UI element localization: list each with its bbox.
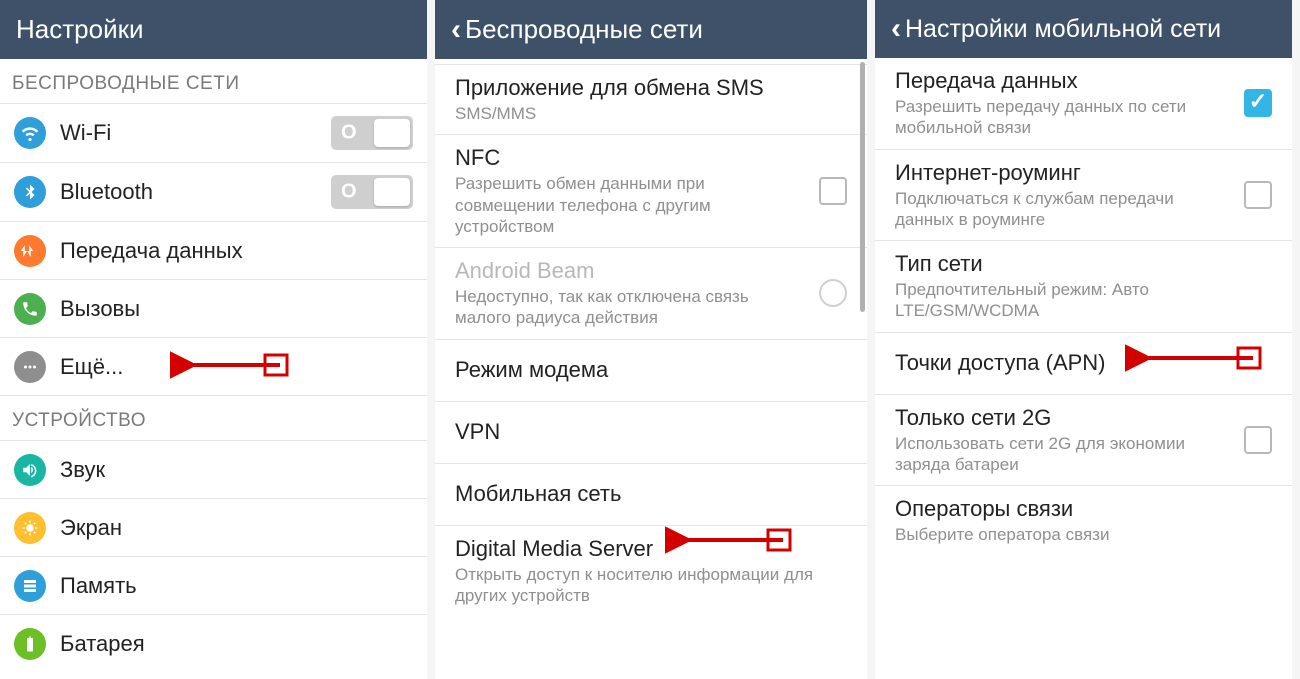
wifi-icon bbox=[14, 117, 46, 149]
scrollbar[interactable] bbox=[860, 62, 865, 312]
row-subtitle: Использовать сети 2G для экономии заряда… bbox=[895, 433, 1230, 476]
screen-wireless: ‹ Беспроводные сети Приложение для обмен… bbox=[435, 0, 875, 679]
row-wifi[interactable]: Wi-Fi bbox=[0, 104, 427, 163]
sound-icon bbox=[14, 454, 46, 486]
row-tethering[interactable]: Режим модема bbox=[435, 340, 867, 402]
phone-icon bbox=[14, 293, 46, 325]
only2g-checkbox[interactable] bbox=[1244, 426, 1272, 454]
more-icon bbox=[14, 351, 46, 383]
header-title: Настройки мобильной сети bbox=[905, 15, 1221, 44]
data-usage-icon bbox=[14, 235, 46, 267]
row-data-usage[interactable]: Передача данных bbox=[0, 222, 427, 280]
header-title: Настройки bbox=[16, 14, 144, 45]
row-title: Точки доступа (APN) bbox=[895, 350, 1272, 376]
screen-mobile-network: ‹ Настройки мобильной сети Передача данн… bbox=[875, 0, 1300, 679]
row-title: Тип сети bbox=[895, 251, 1272, 277]
row-title: Передача данных bbox=[895, 68, 1230, 94]
header-wireless[interactable]: ‹ Беспроводные сети bbox=[435, 0, 867, 59]
row-subtitle: Открыть доступ к носителю информации для… bbox=[455, 564, 847, 607]
row-roaming[interactable]: Интернет-роуминг Подключаться к службам … bbox=[875, 150, 1292, 242]
header-settings: Настройки bbox=[0, 0, 427, 59]
row-battery[interactable]: Батарея bbox=[0, 615, 427, 673]
screen-settings: Настройки БЕСПРОВОДНЫЕ СЕТИ Wi-Fi Blueto… bbox=[0, 0, 435, 679]
row-2g-only[interactable]: Только сети 2G Использовать сети 2G для … bbox=[875, 395, 1292, 487]
bluetooth-icon bbox=[14, 176, 46, 208]
row-title: VPN bbox=[455, 419, 847, 445]
row-subtitle: Разрешить передачу данных по сети мобиль… bbox=[895, 96, 1230, 139]
row-title: NFC bbox=[455, 145, 805, 171]
row-operators[interactable]: Операторы связи Выберите оператора связи bbox=[875, 486, 1292, 555]
data-checkbox[interactable] bbox=[1244, 89, 1272, 117]
row-subtitle: Предпочтительный режим: Авто LTE/GSM/WCD… bbox=[895, 279, 1272, 322]
battery-icon bbox=[14, 628, 46, 660]
header-title: Беспроводные сети bbox=[465, 14, 703, 45]
row-vpn[interactable]: VPN bbox=[435, 402, 867, 464]
section-wireless: БЕСПРОВОДНЫЕ СЕТИ bbox=[0, 59, 427, 104]
brightness-icon bbox=[14, 512, 46, 544]
wifi-toggle[interactable] bbox=[331, 116, 413, 150]
row-data-enabled[interactable]: Передача данных Разрешить передачу данны… bbox=[875, 58, 1292, 150]
row-label: Bluetooth bbox=[60, 179, 153, 205]
nfc-checkbox[interactable] bbox=[819, 177, 847, 205]
row-sound[interactable]: Звук bbox=[0, 441, 427, 499]
row-subtitle: Выберите оператора связи bbox=[895, 524, 1272, 545]
row-screen[interactable]: Экран bbox=[0, 499, 427, 557]
row-label: Экран bbox=[60, 515, 122, 541]
row-subtitle: Подключаться к службам передачи данных в… bbox=[895, 188, 1230, 231]
row-label: Передача данных bbox=[60, 238, 243, 264]
row-dms[interactable]: Digital Media Server Открыть доступ к но… bbox=[435, 526, 867, 617]
header-mobile-network[interactable]: ‹ Настройки мобильной сети bbox=[875, 0, 1292, 58]
row-apn[interactable]: Точки доступа (APN) bbox=[875, 333, 1292, 395]
roaming-checkbox[interactable] bbox=[1244, 181, 1272, 209]
row-subtitle: Разрешить обмен данными при совмещении т… bbox=[455, 173, 805, 237]
row-bluetooth[interactable]: Bluetooth bbox=[0, 163, 427, 222]
row-title: Операторы связи bbox=[895, 496, 1272, 522]
row-more[interactable]: Ещё... bbox=[0, 338, 427, 396]
row-label: Вызовы bbox=[60, 296, 140, 322]
row-title: Только сети 2G bbox=[895, 405, 1230, 431]
row-memory[interactable]: Память bbox=[0, 557, 427, 615]
row-title: Приложение для обмена SMS bbox=[455, 75, 847, 101]
row-android-beam: Android Beam Недоступно, так как отключе… bbox=[435, 248, 867, 340]
row-nfc[interactable]: NFC Разрешить обмен данными при совмещен… bbox=[435, 135, 867, 248]
row-subtitle: SMS/MMS bbox=[455, 103, 847, 124]
row-title: Digital Media Server bbox=[455, 536, 847, 562]
row-label: Wi-Fi bbox=[60, 120, 111, 146]
storage-icon bbox=[14, 570, 46, 602]
row-title: Режим модема bbox=[455, 357, 847, 383]
row-mobile-network[interactable]: Мобильная сеть bbox=[435, 464, 867, 526]
row-label: Батарея bbox=[60, 631, 145, 657]
row-label: Звук bbox=[60, 457, 105, 483]
row-sms-app[interactable]: Приложение для обмена SMS SMS/MMS bbox=[435, 65, 867, 135]
row-title: Android Beam bbox=[455, 258, 805, 284]
bluetooth-toggle[interactable] bbox=[331, 175, 413, 209]
row-title: Мобильная сеть bbox=[455, 481, 847, 507]
row-network-type[interactable]: Тип сети Предпочтительный режим: Авто LT… bbox=[875, 241, 1292, 333]
row-calls[interactable]: Вызовы bbox=[0, 280, 427, 338]
back-icon[interactable]: ‹ bbox=[891, 14, 901, 44]
row-label: Ещё... bbox=[60, 354, 123, 380]
row-subtitle: Недоступно, так как отключена связь мало… bbox=[455, 286, 805, 329]
section-device: УСТРОЙСТВО bbox=[0, 396, 427, 441]
row-label: Память bbox=[60, 573, 137, 599]
row-title: Интернет-роуминг bbox=[895, 160, 1230, 186]
beam-toggle bbox=[819, 279, 847, 307]
back-icon[interactable]: ‹ bbox=[451, 15, 461, 45]
